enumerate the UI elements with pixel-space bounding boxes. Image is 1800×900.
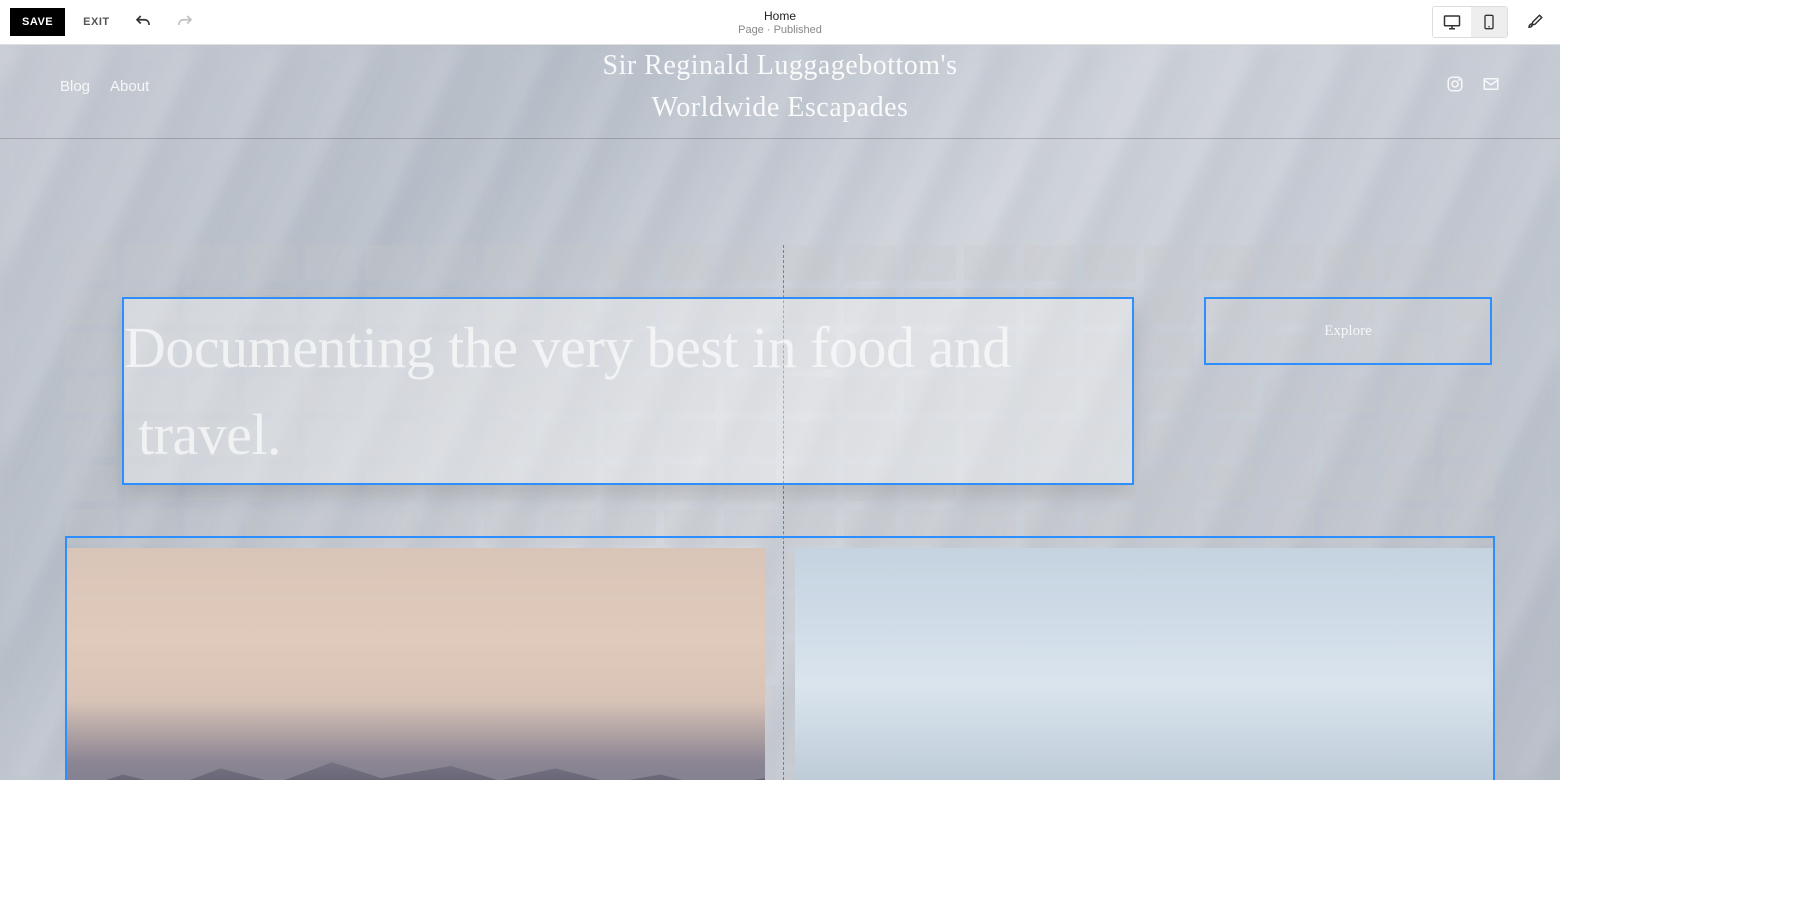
page-title: Home bbox=[738, 9, 822, 23]
instagram-icon[interactable] bbox=[1446, 75, 1464, 98]
gallery-image-left[interactable] bbox=[67, 548, 765, 780]
editor-toolbar: SAVE EXIT Home Page · Published bbox=[0, 0, 1560, 45]
page-status: Page · Published bbox=[738, 24, 822, 36]
redo-button bbox=[170, 7, 200, 37]
desktop-view-button[interactable] bbox=[1433, 7, 1471, 37]
undo-button[interactable] bbox=[128, 7, 158, 37]
mobile-view-button[interactable] bbox=[1471, 7, 1507, 37]
site-title-line1: Sir Reginald Luggagebottom's bbox=[602, 45, 957, 87]
hero-text-block[interactable]: Documenting the very best in food and tr… bbox=[122, 297, 1134, 485]
exit-button[interactable]: EXIT bbox=[77, 8, 115, 36]
email-icon[interactable] bbox=[1482, 75, 1500, 98]
site-title-line2: Worldwide Escapades bbox=[602, 87, 957, 129]
explore-button-block[interactable]: Explore bbox=[1204, 297, 1492, 365]
nav-link-about[interactable]: About bbox=[110, 78, 149, 95]
site-title[interactable]: Sir Reginald Luggagebottom's Worldwide E… bbox=[602, 45, 957, 129]
redo-icon bbox=[176, 13, 194, 31]
mobile-icon bbox=[1481, 13, 1497, 31]
site-nav: Blog About bbox=[60, 78, 149, 95]
nav-link-blog[interactable]: Blog bbox=[60, 78, 90, 95]
device-toggle-group bbox=[1432, 6, 1508, 38]
hero-heading[interactable]: Documenting the very best in food and tr… bbox=[138, 304, 1118, 478]
editor-canvas[interactable]: Blog About Sir Reginald Luggagebottom's … bbox=[0, 45, 1560, 780]
save-button[interactable]: SAVE bbox=[10, 8, 65, 36]
undo-icon bbox=[134, 13, 152, 31]
toolbar-center: Home Page · Published bbox=[738, 9, 822, 36]
paintbrush-icon bbox=[1526, 12, 1544, 32]
toolbar-right bbox=[1432, 6, 1550, 38]
styles-button[interactable] bbox=[1520, 7, 1550, 37]
toolbar-left: SAVE EXIT bbox=[10, 7, 200, 37]
explore-button-label: Explore bbox=[1324, 323, 1371, 340]
site-header[interactable]: Blog About Sir Reginald Luggagebottom's … bbox=[0, 45, 1560, 139]
image-gallery-block[interactable] bbox=[65, 536, 1495, 780]
social-links bbox=[1446, 75, 1500, 98]
desktop-icon bbox=[1443, 13, 1461, 31]
gallery-image-right[interactable] bbox=[795, 548, 1493, 780]
